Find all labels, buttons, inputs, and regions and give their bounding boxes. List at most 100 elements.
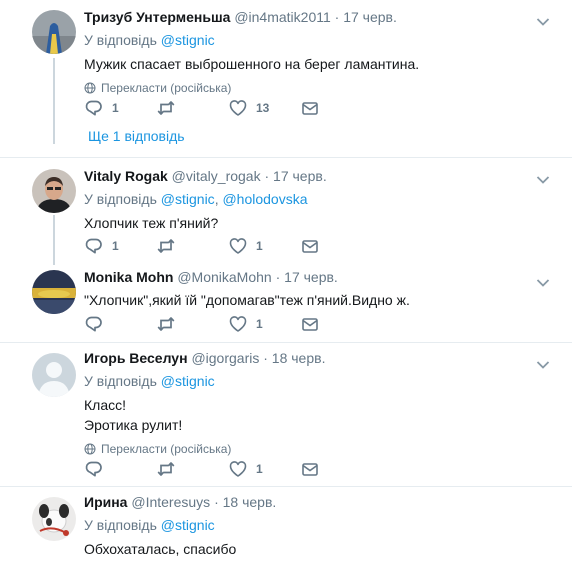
tweet-header: Monika Mohn @MonikaMohn · 17 черв. xyxy=(84,267,560,287)
envelope-icon xyxy=(300,314,320,334)
avatar[interactable] xyxy=(32,353,76,397)
reply-prefix: У відповідь xyxy=(84,517,157,533)
tweet-header: Ирина @Interesuys · 18 черв. xyxy=(84,492,560,512)
retweet-icon xyxy=(156,459,176,479)
reply-mention[interactable]: @stignic xyxy=(161,373,215,389)
user-handle[interactable]: @in4matik2011 xyxy=(234,9,330,25)
retweet-button[interactable] xyxy=(156,98,184,118)
retweet-button[interactable] xyxy=(156,314,184,334)
tweet-date[interactable]: 18 черв. xyxy=(272,350,326,366)
heart-icon xyxy=(228,236,248,256)
user-handle[interactable]: @Interesuys xyxy=(131,494,210,510)
separator: · xyxy=(214,494,219,510)
retweet-icon xyxy=(156,314,176,334)
like-count: 1 xyxy=(256,317,263,331)
reply-button[interactable]: 1 xyxy=(84,98,119,118)
dm-button[interactable] xyxy=(300,314,320,334)
reply-mention[interactable]: @stignic xyxy=(161,32,215,48)
reply-button[interactable] xyxy=(84,314,112,334)
translate-link[interactable]: Перекласти (російська) xyxy=(84,440,560,458)
separator: · xyxy=(334,9,340,25)
retweet-icon xyxy=(156,236,176,256)
like-button[interactable]: 13 xyxy=(228,98,269,118)
tweet-text: Хлопчик теж п'яний? xyxy=(84,215,219,231)
like-count: 1 xyxy=(256,462,263,476)
retweet-button[interactable] xyxy=(156,236,184,256)
tweet-actions: 1 1 xyxy=(84,236,344,256)
tweet-text-line: Эротика рулит! xyxy=(84,417,183,433)
tweet-date[interactable]: 17 черв. xyxy=(284,269,338,285)
heart-icon xyxy=(228,459,248,479)
tweet-actions: 1 xyxy=(84,314,344,334)
reply-prefix: У відповідь xyxy=(84,32,157,48)
display-name[interactable]: Тризуб Унтерменьша xyxy=(84,9,230,25)
tweet-date[interactable]: 18 черв. xyxy=(223,494,277,510)
dm-button[interactable] xyxy=(300,98,320,118)
like-button[interactable]: 1 xyxy=(228,314,263,334)
dm-button[interactable] xyxy=(300,236,320,256)
avatar[interactable] xyxy=(32,497,76,541)
user-handle[interactable]: @MonikaMohn xyxy=(177,269,271,285)
translate-link[interactable]: Перекласти (російська) xyxy=(84,79,560,97)
heart-icon xyxy=(228,314,248,334)
reply-icon xyxy=(84,314,104,334)
tweet[interactable]: Vitaly Rogak @vitaly_rogak · 17 черв. У … xyxy=(0,158,572,260)
tweet-text: Мужик спасает выброшенного на берег лама… xyxy=(84,56,420,72)
tweet[interactable]: Monika Mohn @MonikaMohn · 17 черв. "Хлоп… xyxy=(0,262,572,342)
reply-count: 1 xyxy=(112,239,119,253)
avatar[interactable] xyxy=(32,10,76,54)
display-name[interactable]: Ирина xyxy=(84,494,127,510)
user-handle[interactable]: @igorgaris xyxy=(191,350,259,366)
retweet-icon xyxy=(156,98,176,118)
tweet[interactable]: Игорь Веселун @igorgaris · 18 черв. У ві… xyxy=(0,343,572,486)
display-name[interactable]: Vitaly Rogak xyxy=(84,168,168,184)
reply-prefix: У відповідь xyxy=(84,191,157,207)
reply-context: У відповідь @stignic xyxy=(84,30,560,50)
reply-button[interactable]: 1 xyxy=(84,236,119,256)
reply-context: У відповідь @stignic, @holodovska xyxy=(84,189,560,209)
avatar[interactable] xyxy=(32,169,76,213)
tweet-text: "Хлопчик",який їй "допомагав"теж п'яний.… xyxy=(84,292,410,308)
separator: · xyxy=(275,269,281,285)
avatar[interactable] xyxy=(32,270,76,314)
retweet-button[interactable] xyxy=(156,459,184,479)
tweet[interactable]: Тризуб Унтерменьша @in4matik2011 · 17 че… xyxy=(0,0,572,158)
tweet-header: Игорь Веселун @igorgaris · 18 черв. xyxy=(84,348,560,368)
envelope-icon xyxy=(300,98,320,118)
tweet-date[interactable]: 17 черв. xyxy=(343,9,397,25)
display-name[interactable]: Monika Mohn xyxy=(84,269,173,285)
reply-mention[interactable]: @stignic xyxy=(161,191,215,207)
more-replies-link[interactable]: Ще 1 відповідь xyxy=(88,128,185,144)
tweet-text-line: Класс! xyxy=(84,397,126,413)
translate-label: Перекласти (російська) xyxy=(101,81,232,95)
tweet[interactable]: Ирина @Interesuys · 18 черв. У відповідь… xyxy=(0,487,572,561)
like-button[interactable]: 1 xyxy=(228,236,263,256)
separator: · xyxy=(264,168,270,184)
envelope-icon xyxy=(300,236,320,256)
tweet-header: Vitaly Rogak @vitaly_rogak · 17 черв. xyxy=(84,166,560,186)
globe-icon xyxy=(84,82,96,94)
dm-button[interactable] xyxy=(300,459,320,479)
heart-icon xyxy=(228,98,248,118)
reply-mention[interactable]: @holodovska xyxy=(222,191,307,207)
reply-button[interactable] xyxy=(84,459,112,479)
separator: · xyxy=(263,350,268,366)
envelope-icon xyxy=(300,459,320,479)
tweet-actions: 1 xyxy=(84,459,344,479)
reply-icon xyxy=(84,98,104,118)
reply-prefix: У відповідь xyxy=(84,373,157,389)
display-name[interactable]: Игорь Веселун xyxy=(84,350,188,366)
reply-context: У відповідь @stignic xyxy=(84,371,560,391)
reply-count: 1 xyxy=(112,101,119,115)
globe-icon xyxy=(84,443,96,455)
tweet-date[interactable]: 17 черв. xyxy=(273,168,327,184)
like-button[interactable]: 1 xyxy=(228,459,263,479)
reply-icon xyxy=(84,236,104,256)
translate-label: Перекласти (російська) xyxy=(101,442,232,456)
reply-mention[interactable]: @stignic xyxy=(161,517,215,533)
reply-context: У відповідь @stignic xyxy=(84,515,560,535)
tweet-text: Обхохаталась, спасибо xyxy=(84,541,237,557)
user-handle[interactable]: @vitaly_rogak xyxy=(172,168,261,184)
reply-icon xyxy=(84,459,104,479)
tweet-actions: 1 13 xyxy=(84,98,344,118)
